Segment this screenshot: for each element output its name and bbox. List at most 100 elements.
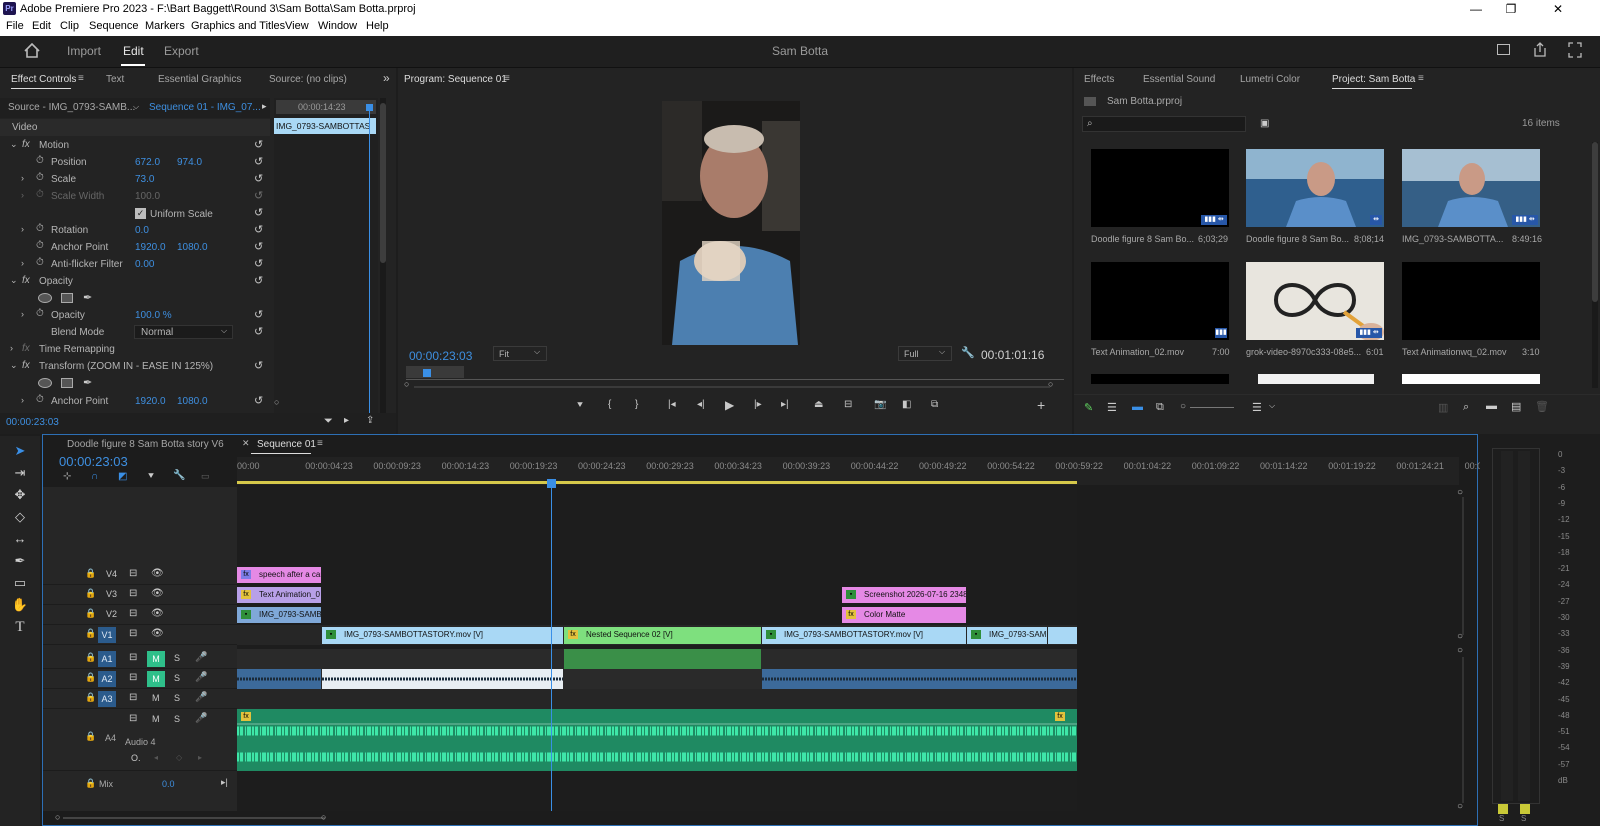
track-target[interactable]: V1 [98, 627, 116, 643]
microphone-icon[interactable]: 🎤 [195, 672, 207, 683]
track-label[interactable]: V3 [106, 589, 117, 599]
collapse-chevron-icon[interactable]: ⌄ [10, 139, 18, 150]
reset-icon[interactable]: ↺ [254, 155, 263, 168]
opacity-value[interactable]: 100.0 % [135, 310, 172, 321]
chevron-down-icon[interactable]: ⌵ [1269, 401, 1275, 411]
rectangle-mask-icon[interactable] [61, 378, 73, 388]
menu-view[interactable]: View [285, 20, 309, 32]
tab-sequence-01[interactable]: Sequence 01 [257, 439, 316, 450]
sync-lock-icon[interactable]: ⊟ [129, 588, 137, 599]
quality-select[interactable]: Full ⌵ [898, 346, 952, 361]
quick-export-icon[interactable] [1497, 44, 1510, 55]
step-forward-icon[interactable]: |▸ [754, 399, 762, 410]
ripple-edit-tool-icon[interactable]: ✥ [10, 487, 30, 505]
project-item-name[interactable]: IMG_0793-SAMBOTTA... [1402, 234, 1503, 244]
lock-icon[interactable]: 🔒 [85, 778, 96, 789]
track-target[interactable]: A3 [98, 691, 116, 707]
expand-chevron-icon[interactable]: › [21, 173, 24, 183]
track-target[interactable]: A1 [98, 651, 116, 667]
mute-button[interactable]: M [152, 714, 160, 724]
go-to-end-icon[interactable]: ▸| [221, 777, 228, 788]
go-to-in-icon[interactable]: |◂ [668, 399, 676, 410]
program-tab[interactable]: Program: Sequence 01 [404, 74, 507, 85]
project-scrollbar[interactable] [1592, 142, 1598, 388]
track-select-tool-icon[interactable]: ⇥ [10, 465, 30, 483]
clip-v1-img-a[interactable]: ▪ IMG_0793-SAMBOTTASTORY.mov [V] [322, 627, 563, 644]
comparison-view-icon[interactable]: ◧ [902, 399, 911, 410]
new-bin-icon[interactable]: ▬ [1486, 400, 1497, 412]
stopwatch-icon[interactable]: ⏱ [36, 223, 44, 234]
stopwatch-icon[interactable]: ⏱ [36, 155, 44, 166]
new-search-bin-icon[interactable]: ▣ [1260, 118, 1269, 129]
zoom-handle-left[interactable]: ○ [404, 379, 409, 389]
position-y-value[interactable]: 974.0 [177, 157, 202, 168]
lock-icon[interactable]: 🔒 [85, 692, 96, 703]
project-item-name[interactable]: Text Animationwq_02.mov [1402, 347, 1507, 357]
pen-mask-icon[interactable]: ✒ [83, 291, 92, 304]
reset-icon[interactable]: ↺ [254, 308, 263, 321]
ec-scrollbar[interactable] [380, 98, 386, 428]
clip-v1-img-c[interactable]: ▪ IMG_0793-SAM [967, 627, 1047, 644]
microphone-icon[interactable]: 🎤 [195, 713, 207, 724]
project-item-name[interactable]: grok-video-8970c333-08e5... [1246, 347, 1361, 357]
linked-selection-icon[interactable]: ◩ [118, 471, 127, 482]
tab-effects[interactable]: Effects [1084, 74, 1114, 85]
rotation-value[interactable]: 0.0 [135, 225, 149, 236]
tab-lumetri-color[interactable]: Lumetri Color [1240, 74, 1300, 85]
scale-value[interactable]: 73.0 [135, 174, 154, 185]
play-clip-icon[interactable]: ▸ [262, 101, 267, 112]
program-scrub-ruler[interactable] [406, 366, 1064, 380]
reset-icon[interactable]: ↺ [254, 240, 263, 253]
collapse-chevron-icon[interactable]: ⌄ [10, 275, 18, 286]
menu-file[interactable]: File [6, 20, 24, 32]
menu-sequence[interactable]: Sequence [89, 20, 139, 32]
selection-tool-icon[interactable]: ➤ [10, 443, 30, 461]
project-search-input[interactable]: ⌕ [1082, 116, 1246, 132]
video-frame[interactable] [662, 101, 800, 345]
clip-v2-color-matte[interactable]: fx Color Matte [842, 607, 966, 623]
fullscreen-icon[interactable] [1567, 41, 1583, 59]
zoom-bar[interactable] [414, 386, 1050, 388]
reset-icon[interactable]: ↺ [254, 223, 263, 236]
fx-icon[interactable]: fx [22, 360, 30, 371]
timeline-playhead[interactable] [551, 481, 552, 811]
slip-tool-icon[interactable]: ↔ [10, 531, 30, 549]
menu-window[interactable]: Window [318, 20, 357, 32]
play-icon[interactable]: ▶ [725, 398, 734, 412]
track-label[interactable]: A4 [105, 733, 116, 743]
export-frame-icon[interactable]: ⧉ [931, 399, 938, 410]
motion-effect-row[interactable]: ⌄ fx Motion ↺ [0, 137, 270, 154]
track-target[interactable]: A2 [98, 671, 116, 687]
track-label[interactable]: V4 [106, 569, 117, 579]
anchor-y-value[interactable]: 1080.0 [177, 242, 208, 253]
reset-icon[interactable]: ↺ [254, 274, 263, 287]
razor-tool-icon[interactable]: ◇ [10, 509, 30, 527]
clip-a4-music[interactable]: fx fx [237, 709, 1077, 771]
add-marker-icon[interactable]: ⯆ [147, 471, 155, 482]
eye-icon[interactable]: 👁 [151, 568, 164, 579]
mute-button[interactable]: M [152, 693, 160, 703]
lift-icon[interactable]: ⏏ [814, 399, 823, 410]
tab-project[interactable]: Project: Sam Botta [1332, 74, 1415, 85]
tab-edit[interactable]: Edit [123, 44, 144, 58]
vertical-zoom-track[interactable] [1462, 497, 1464, 635]
clip-v1-end[interactable] [1048, 627, 1077, 644]
audio-zoom-handle[interactable]: ○ [1457, 645, 1463, 656]
timeline-timecode[interactable]: 00:00:23:03 [59, 454, 128, 469]
menu-markers[interactable]: Markers [145, 20, 185, 32]
clip-v4[interactable]: fx speech after a car [237, 567, 321, 583]
project-item-thumbnail[interactable] [1402, 374, 1540, 384]
time-ruler[interactable]: 00:00 00:00:04:23 00:00:09:23 00:00:14:23 00… [237, 457, 1482, 485]
clip-v3-text-animation[interactable]: fx Text Animation_0 [237, 587, 321, 603]
tab-doodle-sequence[interactable]: Doodle figure 8 Sam Botta story V6 [67, 439, 224, 450]
program-playhead[interactable] [423, 369, 431, 377]
eye-icon[interactable]: 👁 [151, 608, 164, 619]
stopwatch-icon[interactable]: ⏱ [36, 240, 44, 251]
h-zoom-handle-right[interactable]: ○ [321, 812, 326, 822]
tab-text[interactable]: Text [106, 74, 124, 85]
lock-icon[interactable]: 🔒 [85, 652, 96, 663]
work-area-bar[interactable] [237, 481, 1077, 484]
audio-zoom-track[interactable] [1462, 657, 1464, 803]
tab-source[interactable]: Source: (no clips) [269, 74, 347, 85]
sort-icon[interactable]: ☰ [1252, 401, 1262, 414]
